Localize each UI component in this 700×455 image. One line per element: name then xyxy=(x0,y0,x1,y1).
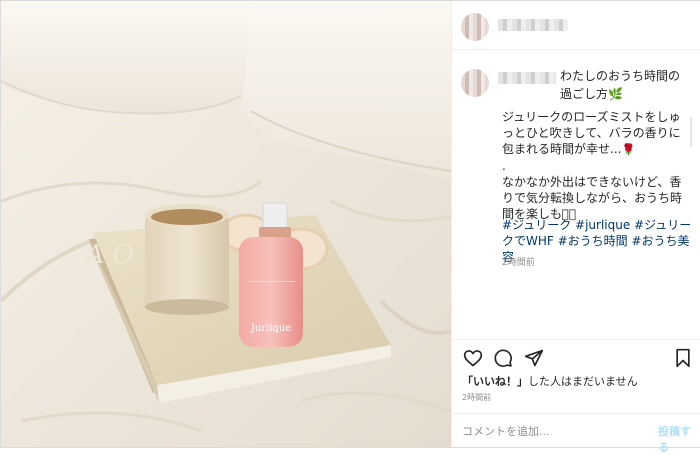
post-timestamp[interactable]: 2時間前 xyxy=(462,392,491,403)
book-cover-text: A O xyxy=(82,240,136,270)
caption-username-blurred[interactable] xyxy=(498,72,556,84)
instagram-post: A O Jurlique わたしのおうち時間の過ごし方🌿 ジュリークのローズミス… xyxy=(0,0,700,454)
share-icon xyxy=(524,349,544,367)
post-photo: A O Jurlique xyxy=(1,1,451,447)
leaf-emoji: 🌿 xyxy=(608,87,623,101)
bottle-label: Jurlique xyxy=(250,323,291,334)
post-header xyxy=(452,1,700,50)
caption-body: ジュリークのローズミストをしゅっとひと吹きして、バラの香りに包まれる時間が幸せ.… xyxy=(502,109,690,222)
comment-input[interactable] xyxy=(462,423,642,439)
caption-avatar[interactable] xyxy=(461,69,489,97)
photo-illustration: A O Jurlique xyxy=(1,1,451,447)
caption-line-1: ジュリークのローズミストをしゅっとひと吹きして、バラの香りに包まれる時間が幸せ.… xyxy=(502,110,681,156)
caption-area: わたしのおうち時間の過ごし方🌿 ジュリークのローズミストをしゅっとひと吹きして、… xyxy=(452,49,700,339)
rose-emoji: 🌹 xyxy=(621,143,636,156)
caption-title: わたしのおうち時間の過ごし方🌿 xyxy=(560,67,685,103)
share-button[interactable] xyxy=(524,348,544,368)
comment-button[interactable] xyxy=(493,348,513,368)
post-comment-button[interactable]: 投稿する xyxy=(658,423,700,455)
likes-summary: 「いいね！」した人はまだいません xyxy=(462,373,638,389)
like-button[interactable] xyxy=(463,348,483,368)
post-sidebar: わたしのおうち時間の過ごし方🌿 ジュリークのローズミストをしゅっとひと吹きして、… xyxy=(451,1,700,454)
username-blurred[interactable] xyxy=(498,19,568,31)
caption-scrollbar[interactable] xyxy=(690,117,692,147)
comment-icon xyxy=(494,349,512,367)
save-button[interactable] xyxy=(674,348,694,368)
likes-rest: した人はまだいません xyxy=(528,375,638,388)
avatar[interactable] xyxy=(461,13,489,41)
caption-line-2: . xyxy=(502,159,506,173)
action-bar xyxy=(452,339,700,376)
likes-label[interactable]: 「いいね！」 xyxy=(462,375,528,388)
caption-line-3: なかなか外出はできないけど、香りで気分転換しながら、おうち時間を楽しもう🏻 xyxy=(502,175,683,221)
heart-icon xyxy=(463,350,483,367)
bookmark-icon xyxy=(676,348,690,368)
comment-bar: 投稿する xyxy=(452,413,700,454)
caption-timestamp[interactable]: 2時間前 xyxy=(502,255,535,268)
